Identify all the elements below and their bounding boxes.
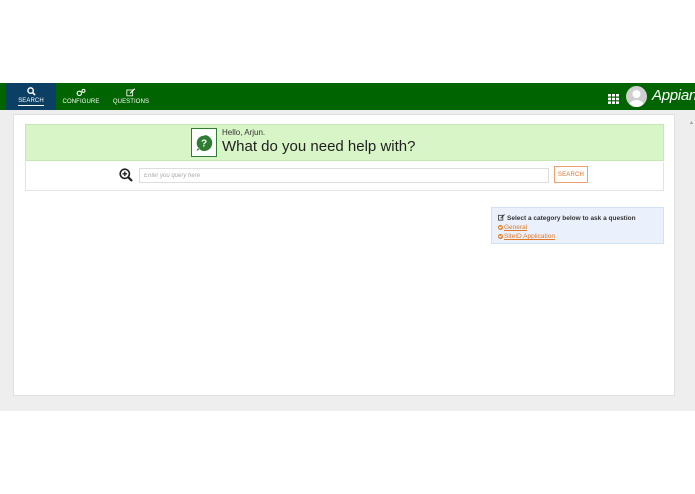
tab-configure-label: CONFIGURE	[62, 99, 100, 105]
svg-text:?: ?	[201, 138, 207, 149]
tab-questions-label: QUESTIONS	[112, 99, 150, 105]
question-bubble-icon: ?	[191, 128, 217, 157]
category-heading-text: Select a category below to ask a questio…	[507, 215, 636, 222]
category-panel: Select a category below to ask a questio…	[491, 207, 664, 244]
edit-icon	[498, 214, 505, 223]
category-heading: Select a category below to ask a questio…	[498, 214, 663, 223]
edit-icon	[126, 88, 136, 99]
apps-grid-icon[interactable]	[608, 91, 619, 104]
user-avatar[interactable]	[626, 86, 647, 107]
appian-logo: Appian	[652, 87, 695, 104]
tab-questions[interactable]: QUESTIONS	[110, 83, 152, 110]
top-navigation-bar: SEARCH CONFIGURE QUESTIONS	[0, 83, 695, 110]
tab-search[interactable]: SEARCH	[6, 83, 56, 110]
tab-search-label: SEARCH	[18, 98, 44, 106]
page-title: What do you need help with?	[222, 138, 416, 155]
zoom-in-icon	[119, 168, 133, 182]
greeting-text: Hello, Arjun.	[222, 128, 266, 137]
category-link-siteid-application[interactable]: SiteID Application	[498, 232, 663, 241]
search-input[interactable]	[139, 168, 549, 183]
gears-icon	[76, 88, 86, 99]
search-button[interactable]: SEARCH	[554, 166, 588, 183]
category-label: General	[504, 224, 528, 231]
check-circle-icon	[498, 225, 503, 230]
scrollbar-handle[interactable]	[690, 111, 693, 124]
check-circle-icon	[498, 234, 503, 239]
category-label: SiteID Application	[504, 233, 555, 240]
tab-configure[interactable]: CONFIGURE	[60, 83, 102, 110]
category-link-general[interactable]: General	[498, 223, 663, 232]
search-icon	[26, 87, 36, 98]
